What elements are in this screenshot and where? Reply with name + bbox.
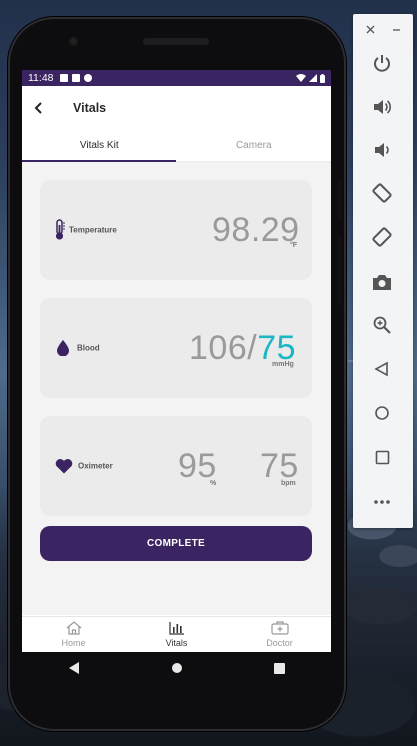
power-icon [374, 55, 390, 72]
heart-icon [55, 459, 73, 474]
close-icon[interactable] [366, 25, 375, 34]
nav-home-label: Home [61, 638, 86, 648]
signal-icon [309, 74, 317, 82]
home-button[interactable] [371, 402, 393, 424]
spo2-unit: % [210, 480, 217, 487]
bar-chart-icon [168, 622, 184, 635]
nav-doctor-label: Doctor [266, 638, 293, 648]
volume-side-button [337, 235, 342, 305]
oximeter-card[interactable]: Oximeter 95 % 75 bpm [40, 416, 312, 516]
minimize-icon[interactable] [392, 25, 401, 34]
volume-up-button[interactable] [371, 96, 393, 118]
nav-home[interactable]: Home [22, 617, 125, 652]
volume-down-button[interactable] [371, 139, 393, 161]
app-bar: Vitals [22, 86, 331, 130]
overview-button[interactable] [371, 446, 393, 468]
zoom-icon [373, 316, 391, 334]
nav-vitals-label: Vitals [165, 638, 188, 648]
screenshot-button[interactable] [371, 271, 393, 293]
complete-button[interactable]: COMPLETE [40, 526, 312, 561]
system-navigation-bar [22, 652, 331, 684]
bottom-navigation: Home Vitals Doctor [22, 616, 331, 652]
battery-icon [320, 73, 325, 83]
temperature-card[interactable]: Temperature 98.29 °F [40, 180, 312, 280]
system-overview-icon[interactable] [274, 662, 286, 674]
app-screen: 11:48 Vitals Vitals Kit Camera Temperatu… [22, 70, 331, 652]
nav-doctor[interactable]: Doctor [228, 617, 331, 652]
oximeter-label: Oximeter [78, 461, 113, 471]
emulator-control-panel [353, 14, 413, 528]
tab-bar: Vitals Kit Camera [22, 130, 331, 162]
volume-down-icon [375, 143, 389, 157]
wifi-icon [296, 74, 306, 82]
systolic-value: 106 [189, 329, 248, 367]
status-bar: 11:48 [22, 70, 331, 86]
thermometer-icon [55, 219, 65, 240]
back-arrow-icon[interactable] [34, 101, 48, 115]
more-button[interactable] [371, 491, 393, 513]
temperature-label: Temperature [69, 225, 117, 235]
blood-unit: mmHg [272, 361, 294, 368]
blood-label: Blood [77, 343, 100, 353]
nav-vitals[interactable]: Vitals [125, 617, 228, 652]
more-icon [374, 500, 390, 504]
page-title: Vitals [73, 101, 107, 115]
system-back-icon[interactable] [68, 662, 80, 674]
back-icon [374, 361, 388, 377]
tab-vitals-kit[interactable]: Vitals Kit [22, 130, 177, 161]
temperature-value: 98.29 [212, 211, 300, 249]
status-time: 11:48 [28, 72, 54, 84]
home-icon [375, 406, 389, 420]
screenshot-icon [373, 275, 391, 290]
sync-icon [83, 74, 92, 82]
sd-card-icon [71, 74, 80, 82]
temperature-unit: °F [290, 242, 298, 249]
pulse-unit: bpm [281, 480, 296, 487]
panel-header [353, 14, 413, 44]
blood-drop-icon [57, 340, 69, 356]
volume-up-icon [374, 100, 392, 114]
notification-icon [59, 74, 68, 82]
zoom-button[interactable] [371, 314, 393, 336]
rotate-left-button[interactable] [371, 182, 393, 204]
tab-camera[interactable]: Camera [177, 130, 332, 161]
rotate-left-icon [372, 183, 392, 203]
back-button[interactable] [371, 358, 393, 380]
system-home-icon[interactable] [171, 662, 183, 674]
rotate-right-button[interactable] [371, 226, 393, 248]
power-button[interactable] [371, 52, 393, 74]
power-side-button [337, 180, 342, 220]
medical-kit-icon [270, 621, 289, 635]
front-camera [69, 37, 78, 46]
bp-separator: / [247, 329, 258, 367]
rotate-right-icon [372, 227, 392, 247]
blood-pressure-card[interactable]: Blood 106/75 mmHg [40, 298, 312, 398]
vitals-content: Temperature 98.29 °F Blood 106/75 mmHg O… [22, 162, 331, 615]
overview-icon [375, 450, 389, 464]
earpiece-speaker [143, 38, 209, 45]
home-icon [66, 621, 81, 635]
